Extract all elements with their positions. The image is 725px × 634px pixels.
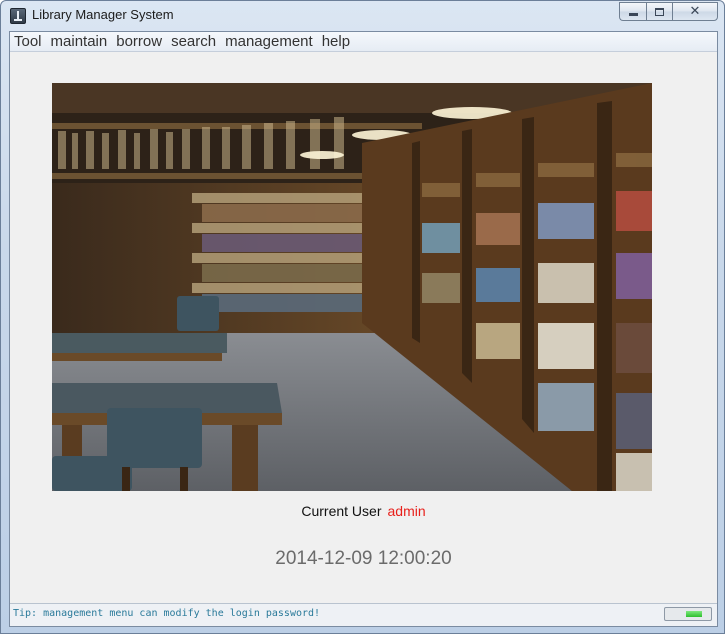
current-user-value: admin [387, 503, 426, 519]
menu-help[interactable]: help [322, 33, 350, 51]
progress-fill [686, 611, 702, 617]
library-photo-graphic [52, 83, 652, 491]
datetime-display: 2014-12-09 12:00:20 [275, 548, 452, 569]
minimize-button[interactable] [619, 2, 646, 21]
app-window: Library Manager System ✕ Tool maintain b… [0, 0, 725, 634]
close-icon: ✕ [689, 4, 701, 19]
title-bar[interactable]: Library Manager System ✕ [1, 1, 724, 31]
window-controls: ✕ [619, 2, 718, 21]
menu-management[interactable]: management [225, 33, 313, 51]
minimize-icon [628, 13, 638, 16]
window-title: Library Manager System [32, 7, 174, 22]
menu-maintain[interactable]: maintain [51, 33, 108, 51]
close-button[interactable]: ✕ [672, 2, 718, 21]
menu-search[interactable]: search [171, 33, 216, 51]
menu-borrow[interactable]: borrow [116, 33, 162, 51]
menu-tool[interactable]: Tool [14, 33, 42, 51]
progress-indicator [664, 607, 712, 621]
menu-bar: Tool maintain borrow search management h… [10, 32, 717, 52]
library-photo [52, 83, 652, 491]
status-bar: Tip: management menu can modify the logi… [10, 603, 717, 626]
current-user-label: Current User [301, 503, 382, 519]
current-user-line: Current User admin [10, 503, 717, 519]
maximize-button[interactable] [646, 2, 672, 21]
app-icon[interactable] [10, 8, 26, 24]
maximize-icon [655, 7, 664, 16]
client-area: Tool maintain borrow search management h… [9, 31, 718, 627]
tip-text: Tip: management menu can modify the logi… [13, 608, 321, 619]
